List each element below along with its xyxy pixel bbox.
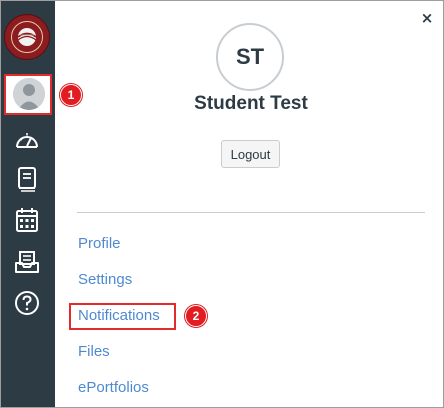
user-avatar[interactable]: ST bbox=[216, 23, 284, 91]
nav-account-button[interactable] bbox=[4, 74, 52, 115]
callout-step-1: 1 bbox=[60, 84, 82, 106]
menu-item-settings[interactable]: Settings bbox=[78, 270, 132, 290]
account-tray-window: 1 × ST Student Test Logout Profile Setti… bbox=[0, 0, 444, 408]
divider bbox=[77, 212, 425, 213]
menu-item-eportfolios[interactable]: ePortfolios bbox=[78, 378, 149, 398]
dashboard-icon[interactable] bbox=[13, 125, 41, 153]
university-seal-icon[interactable] bbox=[4, 14, 50, 60]
user-name: Student Test bbox=[194, 93, 308, 114]
user-initials: ST bbox=[235, 44, 265, 69]
courses-icon[interactable] bbox=[13, 165, 41, 193]
inbox-icon[interactable] bbox=[13, 248, 41, 276]
notifications-highlight-box bbox=[69, 303, 176, 330]
global-nav bbox=[1, 1, 55, 407]
menu-item-files[interactable]: Files bbox=[78, 342, 110, 362]
close-icon[interactable]: × bbox=[419, 9, 435, 27]
menu-item-profile[interactable]: Profile bbox=[78, 234, 121, 254]
callout-step-2: 2 bbox=[185, 305, 207, 327]
calendar-icon[interactable] bbox=[13, 206, 41, 234]
account-avatar-icon bbox=[13, 78, 45, 110]
help-icon[interactable] bbox=[13, 289, 41, 317]
logout-button[interactable]: Logout bbox=[221, 140, 280, 168]
